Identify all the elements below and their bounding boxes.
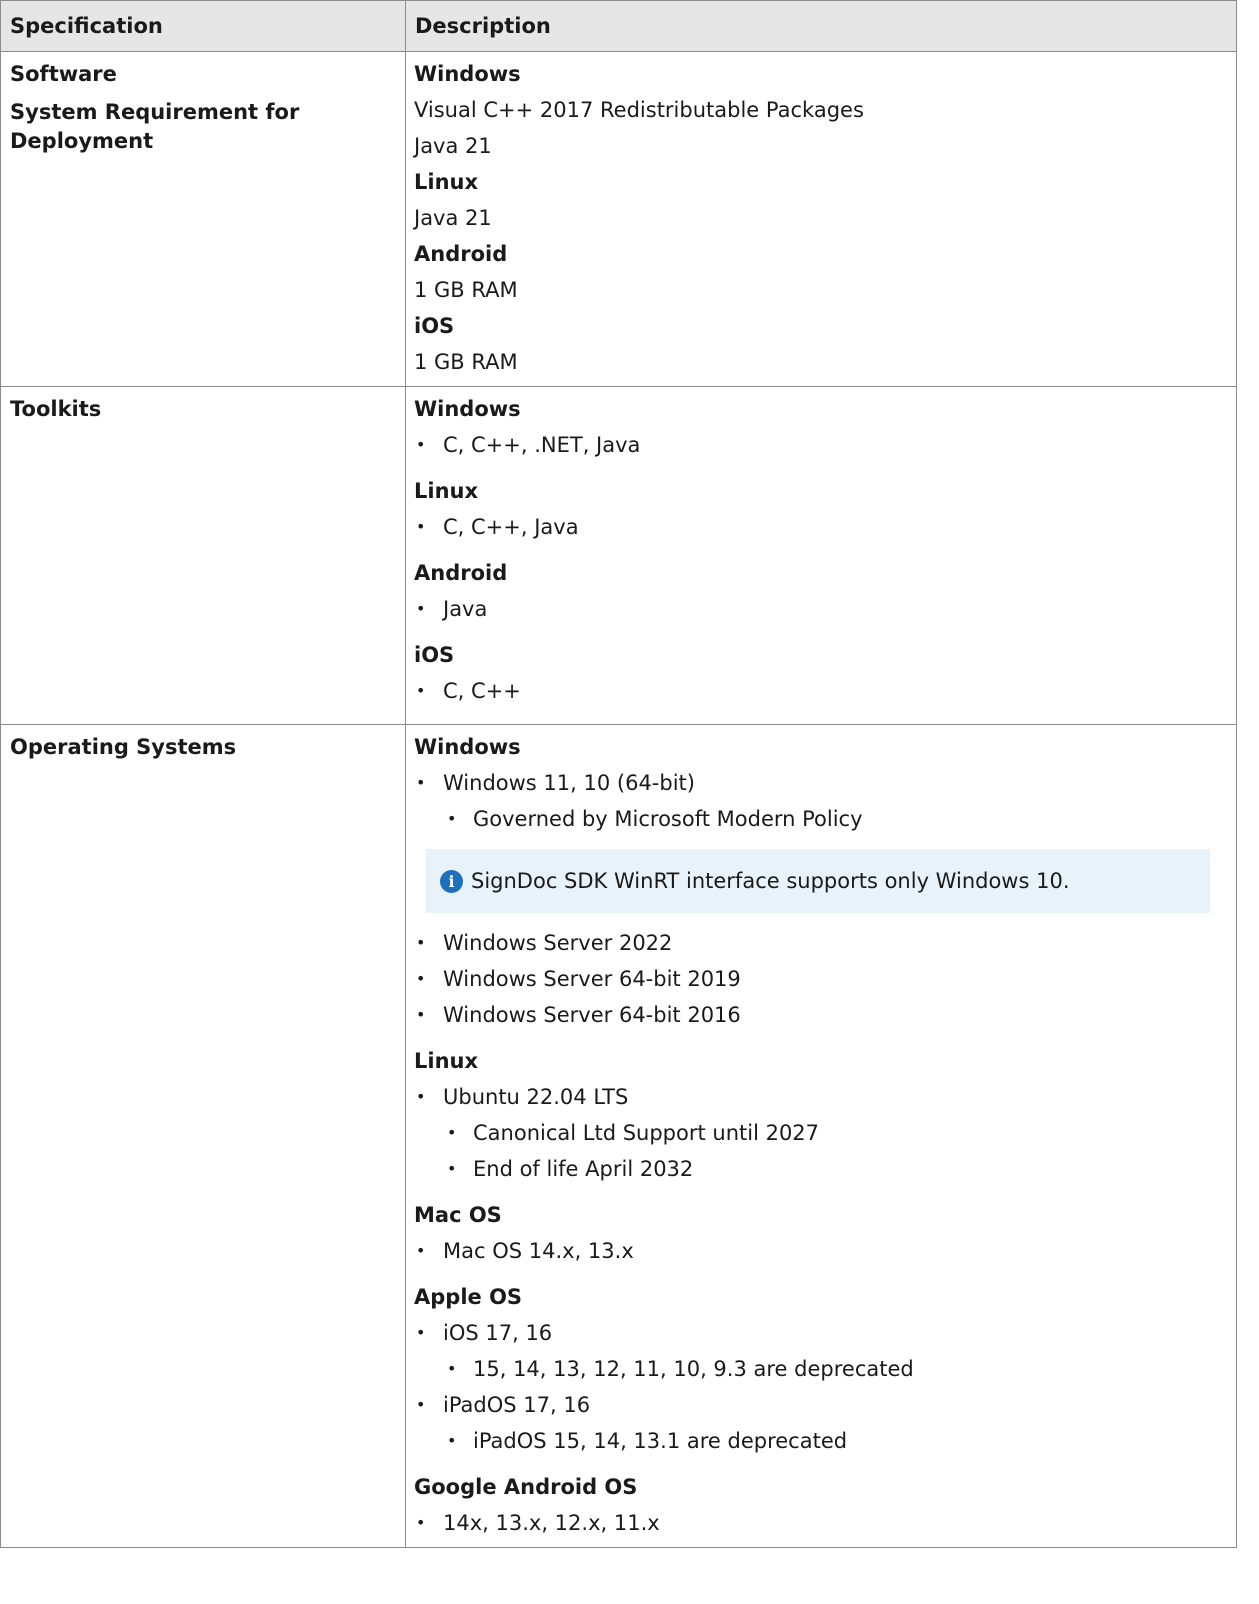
os-heading-ios: iOS <box>414 643 455 667</box>
header-description: Description <box>405 0 1237 52</box>
row-label-software-1: Software <box>10 62 117 86</box>
list-item: C, C++ <box>414 679 1216 715</box>
os-heading-windows: Windows <box>414 735 521 759</box>
row-label-software-2: System Requirement for Deployment <box>10 100 300 153</box>
list-item: Windows 11, 10 (64-bit) <box>414 771 1216 807</box>
list-item: Windows Server 2022 <box>414 931 1216 967</box>
list-subitem: 15, 14, 13, 12, 11, 10, 9.3 are deprecat… <box>414 1357 1216 1393</box>
os-heading-linux: Linux <box>414 479 479 503</box>
list-item: iOS 17, 16 <box>414 1321 1216 1357</box>
list-subitem: Canonical Ltd Support until 2027 <box>414 1121 1216 1157</box>
spec-table: Specification Description Software Syste… <box>0 0 1237 1548</box>
list-item: 14x, 13.x, 12.x, 11.x <box>414 1511 1216 1547</box>
table-row-operating-systems: Operating Systems Windows Windows 11, 10… <box>0 724 1237 1548</box>
os-heading-linux: Linux <box>414 1049 479 1073</box>
os-heading-windows: Windows <box>414 62 521 86</box>
list-subitem: Governed by Microsoft Modern Policy <box>414 807 1216 843</box>
os-heading-windows: Windows <box>414 397 521 421</box>
row-desc-toolkits: Windows C, C++, .NET, Java Linux C, C++,… <box>405 386 1237 725</box>
os-heading-ios: iOS <box>414 314 455 338</box>
row-label-operating-systems: Operating Systems <box>0 724 406 1548</box>
list-item: 1 GB RAM <box>414 278 518 302</box>
row-label-software: Software System Requirement for Deployme… <box>0 51 406 387</box>
list-item: C, C++, .NET, Java <box>414 433 1216 469</box>
list-item: 1 GB RAM <box>414 350 518 374</box>
list-item: C, C++, Java <box>414 515 1216 551</box>
list-item: Mac OS 14.x, 13.x <box>414 1239 1216 1275</box>
os-heading-android: Google Android OS <box>414 1475 638 1499</box>
list-subitem: iPadOS 15, 14, 13.1 are deprecated <box>414 1429 1216 1465</box>
list-item: iPadOS 17, 16 <box>414 1393 1216 1429</box>
list-item: Java 21 <box>414 206 492 230</box>
row-desc-operating-systems: Windows Windows 11, 10 (64-bit) Governed… <box>405 724 1237 1548</box>
row-desc-software: Windows Visual C++ 2017 Redistributable … <box>405 51 1237 387</box>
info-note-text: SignDoc SDK WinRT interface supports onl… <box>471 869 1070 893</box>
os-heading-android: Android <box>414 561 508 585</box>
list-item: Windows Server 64-bit 2016 <box>414 1003 1216 1039</box>
os-heading-macos: Mac OS <box>414 1203 502 1227</box>
list-subitem: End of life April 2032 <box>414 1157 1216 1193</box>
list-item: Ubuntu 22.04 LTS <box>414 1085 1216 1121</box>
info-icon: i <box>440 869 463 893</box>
list-item: Visual C++ 2017 Redistributable Packages <box>414 98 864 122</box>
header-row: Specification Description <box>0 0 1237 52</box>
header-specification: Specification <box>0 0 406 52</box>
table-row-software: Software System Requirement for Deployme… <box>0 51 1237 387</box>
os-heading-apple: Apple OS <box>414 1285 523 1309</box>
row-label-toolkits-text: Toolkits <box>10 397 102 421</box>
row-label-operating-systems-text: Operating Systems <box>10 735 237 759</box>
table-row-toolkits: Toolkits Windows C, C++, .NET, Java Linu… <box>0 386 1237 725</box>
row-label-toolkits: Toolkits <box>0 386 406 725</box>
list-item: Windows Server 64-bit 2019 <box>414 967 1216 1003</box>
os-heading-linux: Linux <box>414 170 479 194</box>
list-item: Java 21 <box>414 134 492 158</box>
os-heading-android: Android <box>414 242 508 266</box>
list-item: Java <box>414 597 1216 633</box>
info-note: i SignDoc SDK WinRT interface supports o… <box>426 849 1210 913</box>
